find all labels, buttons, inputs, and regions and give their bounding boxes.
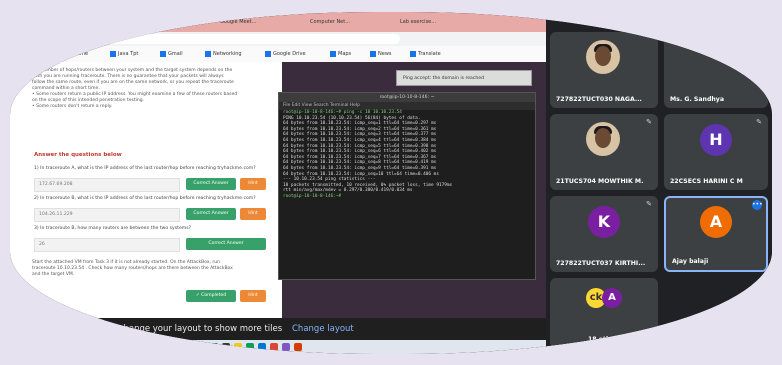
participant-name: 18 others [588,336,622,343]
question-text: 3) In traceroute B, how many routers are… [34,226,192,231]
app-icon[interactable] [246,343,254,351]
participant-name: 727822TUCT030 NAGA... [556,96,642,103]
participant-name: Ms. G. Sandhya [670,96,725,103]
bookmark-item[interactable]: Maps [330,49,351,59]
terminal-menu[interactable]: File Edit View Search Terminal Help [279,102,535,110]
bookmark-icon [265,50,271,57]
app-icon[interactable] [210,343,218,351]
answer-field[interactable]: 26 [34,238,180,252]
participant-tile[interactable]: H ✎ 22CSECS HARINI C M [664,114,768,190]
browser-tab[interactable]: Google Meet… [220,16,257,28]
question-text: 1) In traceroute A, what is the IP addre… [34,166,256,171]
bookmark-label: Resume [68,51,89,57]
mic-muted-icon: ✎ [756,118,762,126]
participant-photo [586,40,620,74]
bookmarks-bar: Resume Java Tpt Gmail Networking Google … [10,46,546,63]
correct-answer-button[interactable]: Correct Answer [186,238,266,250]
bookmark-icon [410,50,416,57]
participant-avatar-small: A [602,288,622,308]
hint-button[interactable]: Hint [240,208,266,220]
doc-line: • Some routers don't return a reply. [32,104,113,109]
app-icon[interactable] [282,343,290,351]
participant-name: 22CSECS HARINI C M [670,178,743,185]
participant-avatar: H [700,124,732,156]
bookmark-item[interactable]: Java Tpt [110,49,138,59]
bookmark-icon [330,50,336,57]
meet-window: Data structures… Exp Lab … Google Meet… … [10,12,772,354]
speaking-indicator-icon: ••• [752,200,763,210]
correct-answer-button[interactable]: Correct Answer [186,178,236,190]
question-text: 2) In traceroute B, what is the IP addre… [34,196,256,201]
answer-field[interactable]: 172.67.69.208 [34,178,180,192]
bookmark-item[interactable]: Translate [410,49,441,59]
windows-start-icon[interactable] [160,343,168,351]
hint-button[interactable]: Hint [240,290,266,302]
participant-name: Ajay balaji [672,258,709,265]
participant-tile[interactable]: K ✎ 727822TUCT037 KIRTHI... [550,196,658,272]
bookmark-item[interactable]: Networking [205,49,242,59]
bookmark-label: Google Drive [273,51,306,57]
chrome-icon[interactable] [270,343,278,351]
browser-tab[interactable]: Lab exercise… [400,16,436,28]
bookmark-icon [370,50,376,57]
browser-tab[interactable]: Computer Net… [310,16,350,28]
address-bar [10,32,546,46]
taskbar [10,340,546,354]
terminal-prompt[interactable]: root@ip-10-10-8-146:~# [279,194,535,200]
edge-icon[interactable] [258,343,266,351]
bookmark-item[interactable]: News [370,49,392,59]
taskbar-search-icon[interactable] [172,343,202,351]
browser-tab[interactable]: Data structures… [50,16,94,28]
bookmark-icon [60,50,66,57]
bookmark-label: Networking [213,51,242,57]
doc-footer-text: Start the attached VM from Task 3 if it … [32,260,272,278]
bookmark-icon [205,50,211,57]
bookmark-label: News [378,51,392,57]
correct-answer-button[interactable]: Correct Answer [186,208,236,220]
bookmark-label: Maps [338,51,352,57]
participant-avatar: K [588,206,620,238]
participant-name: 21TUCS704 MOWTHIK M. [556,178,644,185]
layout-hint-text: ly, change your layout to show more tile… [106,324,283,334]
doc-paragraph: the number of hops/routers between your … [32,68,272,110]
section-heading: Answer the questions below [34,152,122,158]
folder-icon[interactable] [234,343,242,351]
change-layout-link[interactable]: Change layout [292,318,354,340]
mic-muted-icon: ✎ [646,118,652,126]
app-icon[interactable] [222,343,230,351]
terminal-window[interactable]: root@ip-10-10-8-146: ~ File Edit View Se… [278,92,536,280]
bookmark-label: Translate [418,51,441,57]
hint-button[interactable]: Hint [240,178,266,190]
participant-name: 727822TUCT037 KIRTHI... [556,260,646,267]
participant-photo [586,122,620,156]
layout-hint-bar: ly, change your layout to show more tile… [10,318,546,340]
app-icon[interactable] [294,343,302,351]
participant-tile[interactable]: ✎ 21TUCS704 MOWTHIK M. [550,114,658,190]
bookmark-item[interactable]: Google Drive [265,49,306,59]
browser-tab-strip: Data structures… Exp Lab … Google Meet… … [10,12,546,32]
task-document: the number of hops/routers between your … [10,62,282,320]
url-input[interactable] [70,34,400,44]
answer-field[interactable]: 104.26.11.229 [34,208,180,222]
participant-tile-active[interactable]: A ••• Ajay balaji [664,196,768,272]
completed-button[interactable]: ✓ Completed [186,290,236,302]
participant-tile[interactable]: 727822TUCT030 NAGA... [550,32,658,108]
others-tile[interactable]: ck A 18 others [550,278,658,348]
bookmark-label: Java Tpt [118,51,139,57]
participants-panel: 727822TUCT030 NAGA... Ms. G. Sandhya ✎ 2… [546,12,772,354]
participant-tile[interactable]: Ms. G. Sandhya [664,32,768,108]
participant-avatar: A [700,206,732,238]
bookmark-item[interactable]: Resume [60,49,88,59]
mic-muted-icon: ✎ [646,200,652,208]
shared-screen: Data structures… Exp Lab … Google Meet… … [10,12,546,354]
browser-tab[interactable]: Exp Lab … [140,16,167,28]
terminal-title: root@ip-10-10-8-146: ~ [279,93,535,102]
bookmark-icon [110,50,116,57]
bookmark-label: Gmail [168,51,183,57]
bookmark-icon [160,50,166,57]
bookmark-item[interactable]: Gmail [160,49,183,59]
notification-banner[interactable]: Ping accept: the domain is reached [396,70,532,86]
doc-line: and the target VM. [32,272,75,277]
